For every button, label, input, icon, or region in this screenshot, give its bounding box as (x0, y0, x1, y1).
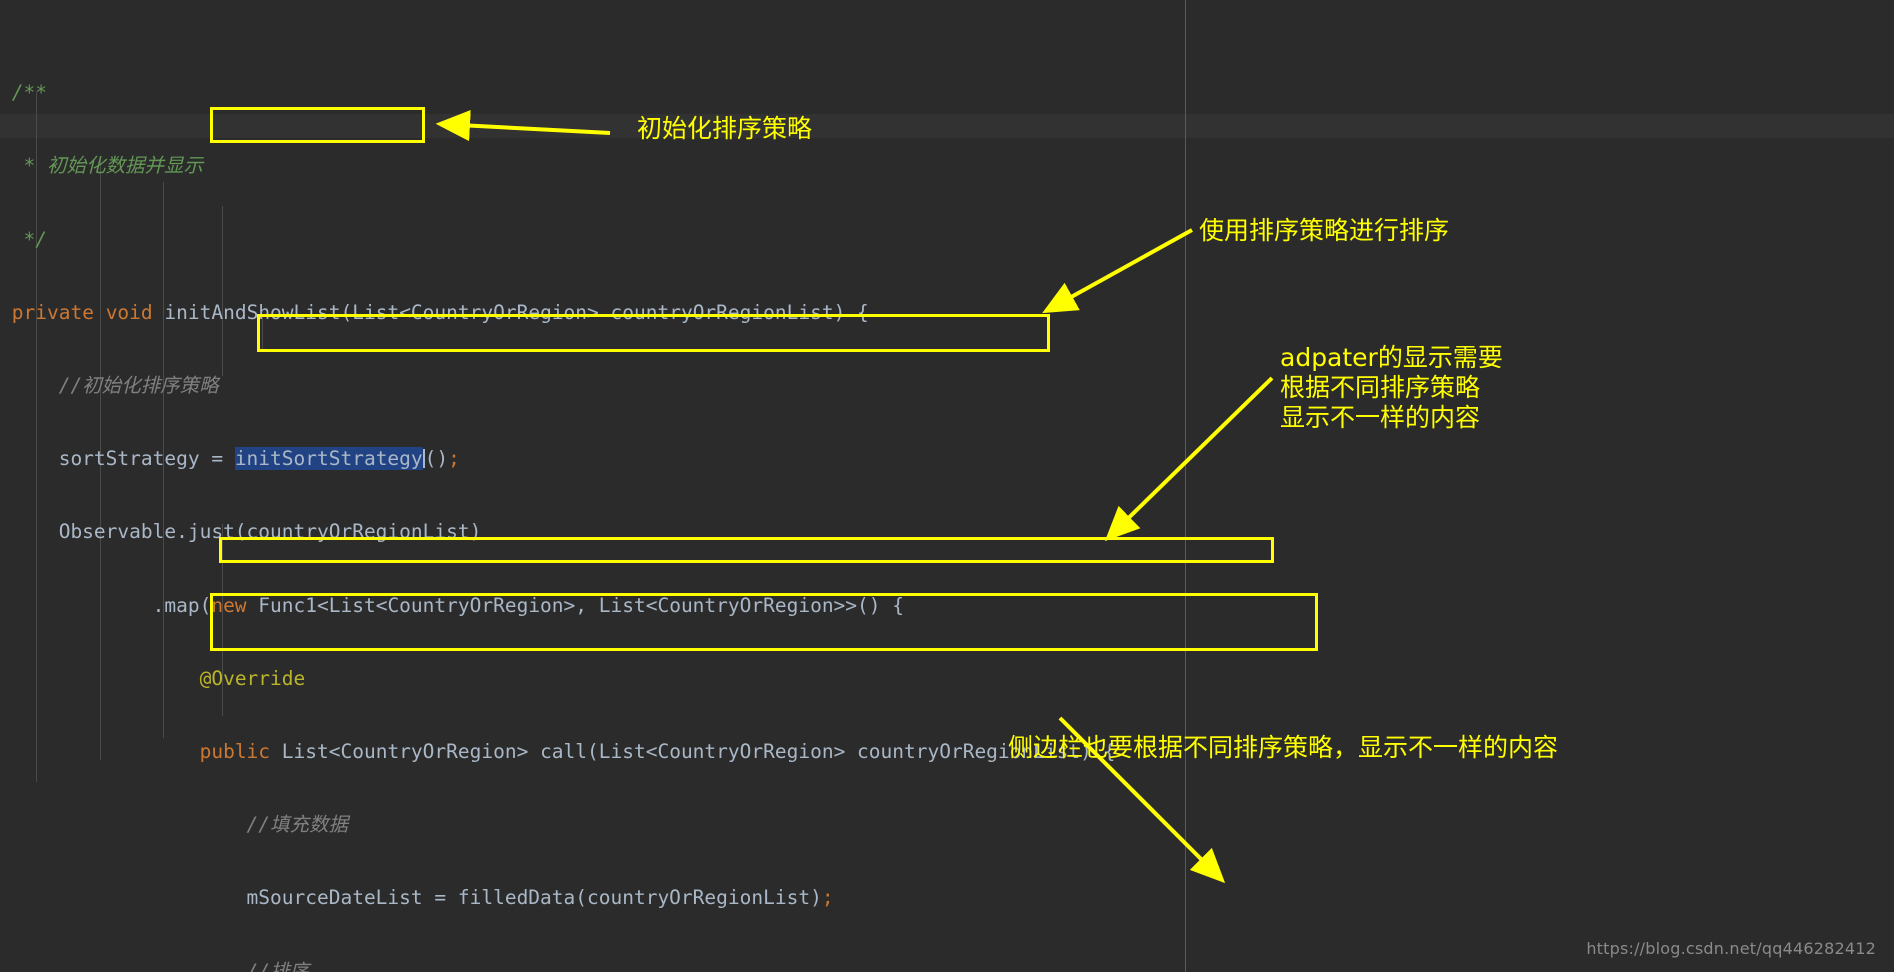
note-adapter-line-2: 根据不同排序策略 (1280, 373, 1481, 402)
watermark: https://blog.csdn.net/qq446282412 (1586, 939, 1876, 958)
code-line: .map(new Func1<List<CountryOrRegion>, Li… (152, 593, 905, 617)
code-line: /** (11, 81, 47, 105)
code-line: Observable.just(countryOrRegionList) (58, 520, 482, 544)
code-line-selected: sortStrategy = initSortStrategy (); (58, 447, 460, 471)
code-line: //初始化排序策略 (58, 374, 219, 398)
code-line: private void initAndShowList(List<Countr… (11, 300, 869, 324)
note-adapter-line-3: 显示不一样的内容 (1280, 403, 1481, 432)
code-line: */ (23, 227, 47, 251)
note-init-sort-strategy: 初始化排序策略 (637, 114, 813, 143)
note-use-sort-strategy: 使用排序策略进行排序 (1199, 216, 1450, 245)
code-line: mSourceDateList = filledData(countryOrRe… (246, 886, 834, 910)
code-line: * 初始化数据并显示 (23, 154, 203, 178)
code-line: public List<CountryOrRegion> call(List<C… (199, 740, 1116, 764)
note-adapter-line-1: adpater的显示需要 (1280, 343, 1503, 372)
code-line: //填充数据 (246, 813, 349, 837)
code-line: @Override (199, 666, 306, 690)
code-line: //排序 (246, 959, 310, 972)
code-editor[interactable]: /** * 初始化数据并显示 */ private void initAndSh… (0, 0, 1894, 972)
note-adapter-group: adpater的显示需要 根据不同排序策略 显示不一样的内容 (1280, 343, 1503, 433)
note-sidebar: 侧边栏也要根据不同排序策略，显示不一样的内容 (1008, 733, 1559, 762)
code-content[interactable]: /** * 初始化数据并显示 */ private void initAndSh… (0, 0, 1894, 972)
